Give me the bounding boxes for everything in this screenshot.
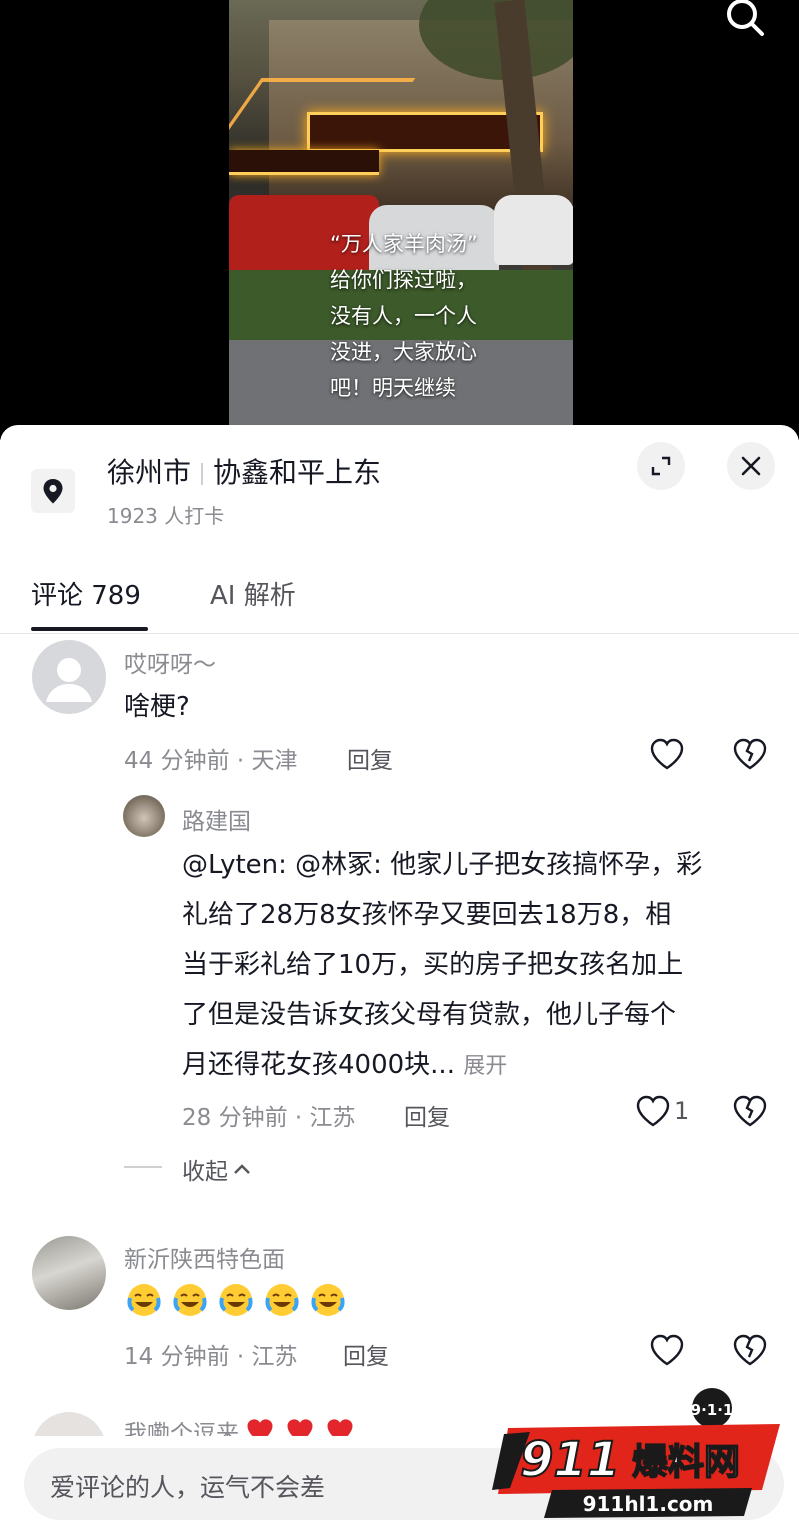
checkin-count: 1923 人打卡: [107, 504, 225, 528]
crying-laughing-emoji: [127, 1284, 161, 1316]
comment-text-line: 了但是没告诉女孩父母有贷款，他儿子每个: [182, 1000, 677, 1030]
comment-meta: 28 分钟前 · 江苏: [182, 1105, 356, 1131]
location-place: 协鑫和平上东: [213, 456, 382, 489]
watermark-badge: 9·1·1: [691, 1401, 734, 1419]
search-button[interactable]: [722, 0, 768, 40]
heart-outline-icon: [636, 1095, 670, 1127]
location-city: 徐州市: [107, 456, 192, 489]
watermark-logo: 9·1·1 911 爆料网 911hl1.com: [490, 1388, 790, 1528]
comment-meta: 44 分钟前 · 天津: [124, 748, 298, 774]
comment-username[interactable]: 新沂陕西特色面: [124, 1240, 285, 1274]
comment-text-line: 礼给了28万8女孩怀孕又要回去18万8，相: [182, 900, 672, 930]
crying-laughing-emoji: [311, 1284, 345, 1316]
close-button[interactable]: [727, 442, 775, 490]
comment-text-line-last: 月还得花女孩4000块... 展开: [182, 1040, 507, 1092]
tab-comments[interactable]: 评论 789: [31, 575, 141, 612]
collapse-divider: [124, 1166, 162, 1168]
like-count: 1: [674, 1097, 690, 1125]
location-pin-icon: [43, 479, 63, 504]
avatar[interactable]: [32, 1236, 106, 1310]
comment-username-row: 我嘞个逗来: [124, 1414, 365, 1436]
comment-text-line: 当于彩礼给了10万，买的房子把女孩名加上: [182, 950, 684, 980]
crying-laughing-emoji: [265, 1284, 299, 1316]
location-title[interactable]: 徐州市 协鑫和平上东: [107, 451, 381, 491]
tab-ai-analysis[interactable]: AI 解析: [210, 575, 296, 612]
video-player[interactable]: “万人家羊肉汤” 给你们探过啦， 没有人，一个人 没进，大家放心 吧！明天继续: [0, 0, 799, 440]
reply-button[interactable]: 回复: [347, 741, 393, 775]
comment-input-placeholder: 爱评论的人，运气不会差: [50, 1473, 326, 1502]
expand-button[interactable]: [637, 442, 685, 490]
comment-text-line: @Lyten: @林冢: 他家儿子把女孩搞怀孕，彩: [182, 850, 703, 880]
red-heart-emoji: [327, 1419, 353, 1436]
comment-username[interactable]: 路建国: [182, 802, 251, 836]
location-pin-box[interactable]: [31, 469, 75, 513]
crying-laughing-emoji: [173, 1284, 207, 1316]
collapse-label: 收起: [182, 1159, 228, 1185]
heart-outline-icon: [650, 738, 684, 770]
avatar[interactable]: [32, 640, 106, 714]
heart-outline-icon: [650, 1334, 684, 1366]
broken-heart-icon: [733, 1334, 767, 1366]
video-scene-neon-sign-left: [229, 150, 379, 175]
comment-text-fragment: 月还得花女孩4000块...: [182, 1050, 455, 1080]
like-button[interactable]: [648, 1332, 686, 1372]
crying-laughing-emoji: [219, 1284, 253, 1316]
watermark-url: 911hl1.com: [583, 1492, 714, 1516]
expand-icon: [651, 456, 671, 476]
like-button[interactable]: 1: [634, 1093, 689, 1129]
reply-button[interactable]: 回复: [404, 1098, 450, 1132]
comment-text: 啥梗?: [124, 692, 190, 722]
watermark-brand-text: 爆料网: [632, 1442, 740, 1483]
broken-heart-icon: [733, 1095, 767, 1127]
dislike-button[interactable]: [731, 1332, 769, 1372]
tab-bar: 评论 789 AI 解析: [0, 557, 799, 634]
video-caption: “万人家羊肉汤” 给你们探过啦， 没有人，一个人 没进，大家放心 吧！明天继续: [330, 232, 478, 400]
active-tab-indicator: [31, 627, 148, 631]
reply-button[interactable]: 回复: [343, 1337, 389, 1371]
red-heart-emoji: [287, 1419, 313, 1436]
location-separator: [201, 463, 204, 485]
dislike-button[interactable]: [731, 1093, 769, 1133]
dislike-button[interactable]: [731, 736, 769, 776]
comment-meta: 14 分钟前 · 江苏: [124, 1344, 298, 1370]
search-icon: [727, 0, 764, 36]
watermark-brand-number: 911: [520, 1432, 620, 1488]
collapse-replies-button[interactable]: 收起: [182, 1152, 252, 1186]
avatar[interactable]: [32, 1412, 106, 1436]
broken-heart-icon: [733, 738, 767, 770]
red-heart-emoji: [247, 1419, 273, 1436]
like-button[interactable]: [648, 736, 686, 776]
watermark-graphic: 9·1·1 911 爆料网 911hl1.com: [492, 1388, 780, 1518]
expand-text-link[interactable]: 展开: [463, 1054, 507, 1079]
comment-emoji-row: [126, 1282, 356, 1318]
avatar[interactable]: [123, 795, 165, 837]
close-icon: [741, 456, 761, 476]
default-avatar-icon: [46, 658, 92, 702]
comment-username[interactable]: 我嘞个逗来: [124, 1414, 239, 1436]
chevron-up-icon: [234, 1164, 250, 1174]
comment-username[interactable]: 哎呀呀～: [124, 645, 216, 679]
